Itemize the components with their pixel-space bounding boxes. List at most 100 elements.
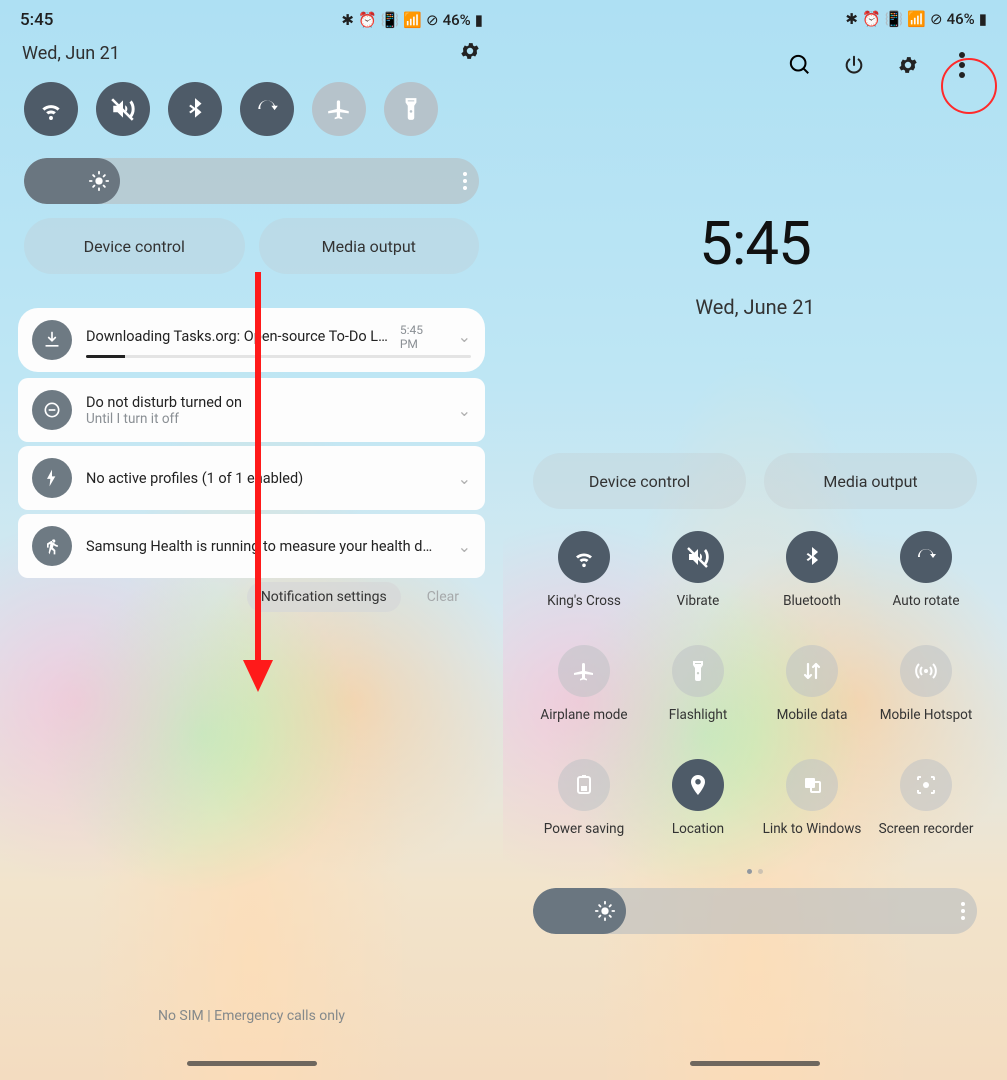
brightness-more-button[interactable]: [463, 172, 467, 190]
tile-label: Airplane mode: [540, 707, 627, 741]
media-output-button[interactable]: Media output: [259, 218, 480, 274]
quick-tile-grid: King's Cross Vibrate Bluetooth Auto rotate A…: [503, 509, 1007, 855]
pill-row: Device control Media output: [503, 453, 1007, 509]
notification-dnd[interactable]: Do not disturb turned on Until I turn it…: [18, 378, 485, 442]
quick-toggles-row: [0, 78, 503, 140]
bluetooth-icon: [786, 531, 838, 583]
settings-button[interactable]: [459, 40, 481, 66]
brightness-slider[interactable]: [24, 158, 479, 204]
tile-label: Power saving: [544, 821, 624, 855]
wifi-icon: [558, 531, 610, 583]
tile-link[interactable]: Link to Windows: [759, 759, 865, 855]
nosim-label: No SIM | Emergency calls only: [0, 1008, 503, 1024]
tile-hotspot[interactable]: Mobile Hotspot: [873, 645, 979, 741]
tile-label: Vibrate: [677, 593, 720, 627]
notification-health[interactable]: Samsung Health is running to measure you…: [18, 514, 485, 578]
toggle-rotate[interactable]: [240, 82, 294, 136]
device-control-button[interactable]: Device control: [24, 218, 245, 274]
chevron-down-icon[interactable]: ⌄: [458, 537, 471, 556]
tile-power[interactable]: Power saving: [531, 759, 637, 855]
tile-location[interactable]: Location: [645, 759, 751, 855]
tile-label: Auto rotate: [893, 593, 960, 627]
brightness-thumb[interactable]: [533, 888, 626, 934]
download-icon: [32, 320, 72, 360]
media-output-button[interactable]: Media output: [764, 453, 977, 509]
toggle-sound[interactable]: [96, 82, 150, 136]
vibrate-icon: 📳: [885, 10, 904, 28]
dnd-icon: [32, 390, 72, 430]
tile-label: Link to Windows: [763, 821, 862, 855]
toggle-flashlight[interactable]: [384, 82, 438, 136]
chevron-down-icon[interactable]: ⌄: [458, 401, 471, 420]
download-progress: [86, 355, 471, 358]
notification-profiles[interactable]: No active profiles (1 of 1 enabled) ⌄: [18, 446, 485, 510]
brightness-slider[interactable]: [533, 888, 977, 934]
device-control-button[interactable]: Device control: [533, 453, 746, 509]
status-bar: ✱ ⏰ 📳 📶 ⊘ 46% ▮: [503, 0, 1007, 32]
battery-icon: ▮: [475, 11, 483, 29]
vibrate-icon: 📳: [381, 11, 400, 29]
settings-button[interactable]: [893, 50, 923, 80]
notification-stack: Downloading Tasks.org: Open-source To-Do…: [18, 308, 485, 612]
tile-wifi[interactable]: King's Cross: [531, 531, 637, 627]
toggle-wifi[interactable]: [24, 82, 78, 136]
date-label: Wed, Jun 21: [22, 43, 120, 64]
dnd-icon: ⊘: [426, 11, 439, 29]
chevron-down-icon[interactable]: ⌄: [458, 469, 471, 488]
tile-label: Bluetooth: [783, 593, 841, 627]
location-icon: [672, 759, 724, 811]
power-icon: [558, 759, 610, 811]
hotspot-icon: [900, 645, 952, 697]
bolt-icon: [32, 458, 72, 498]
chevron-down-icon[interactable]: ⌄: [458, 327, 471, 346]
tile-label: Location: [672, 821, 724, 855]
clear-button[interactable]: Clear: [413, 582, 473, 612]
tile-bluetooth[interactable]: Bluetooth: [759, 531, 865, 627]
notif-time: 5:45 PM: [400, 323, 440, 351]
notification-settings-button[interactable]: Notification settings: [247, 582, 401, 612]
tile-flashlight[interactable]: Flashlight: [645, 645, 751, 741]
notif-title: No active profiles (1 of 1 enabled): [86, 470, 436, 487]
tile-airplane[interactable]: Airplane mode: [531, 645, 637, 741]
alarm-icon: ⏰: [862, 10, 881, 28]
tile-sound[interactable]: Vibrate: [645, 531, 751, 627]
status-indicators: ✱ ⏰ 📳 📶 ⊘ 46% ▮: [845, 10, 987, 28]
rotate-icon: [900, 531, 952, 583]
notif-title: Do not disturb turned on: [86, 394, 436, 411]
top-action-row: [503, 32, 1007, 88]
notification-download[interactable]: Downloading Tasks.org: Open-source To-Do…: [18, 308, 485, 372]
wifi-icon: 📶: [907, 10, 926, 28]
toggle-airplane[interactable]: [312, 82, 366, 136]
search-button[interactable]: [785, 50, 815, 80]
notification-actions: Notification settings Clear: [18, 582, 473, 612]
flashlight-icon: [672, 645, 724, 697]
bluetooth-icon: ✱: [845, 10, 858, 28]
battery-text: 46%: [443, 11, 471, 29]
record-icon: [900, 759, 952, 811]
page-indicator: [503, 859, 1007, 878]
data-icon: [786, 645, 838, 697]
alarm-icon: ⏰: [358, 11, 377, 29]
notif-title: Samsung Health is running to measure you…: [86, 538, 436, 555]
tile-data[interactable]: Mobile data: [759, 645, 865, 741]
tile-label: Mobile Hotspot: [880, 707, 973, 741]
more-button[interactable]: [947, 50, 977, 80]
notif-title: Downloading Tasks.org: Open-source To-Do…: [86, 328, 390, 345]
toggle-bluetooth[interactable]: [168, 82, 222, 136]
power-button[interactable]: [839, 50, 869, 80]
nav-handle[interactable]: [690, 1061, 820, 1066]
tile-rotate[interactable]: Auto rotate: [873, 531, 979, 627]
brightness-thumb[interactable]: [24, 158, 120, 204]
left-pane-notification-shade: 5:45 ✱ ⏰ 📳 📶 ⊘ 46% ▮ Wed, Jun 21 Device …: [0, 0, 503, 1080]
tile-record[interactable]: Screen recorder: [873, 759, 979, 855]
airplane-icon: [558, 645, 610, 697]
brightness-more-button[interactable]: [961, 902, 965, 920]
large-date: Wed, June 21: [503, 295, 1007, 319]
link-icon: [786, 759, 838, 811]
notif-sub: Until I turn it off: [86, 411, 436, 427]
nav-handle[interactable]: [187, 1061, 317, 1066]
pill-row: Device control Media output: [0, 218, 503, 284]
large-clock: 5:45: [503, 208, 1007, 279]
wifi-icon: 📶: [403, 11, 422, 29]
status-indicators: ✱ ⏰ 📳 📶 ⊘ 46% ▮: [341, 11, 483, 29]
